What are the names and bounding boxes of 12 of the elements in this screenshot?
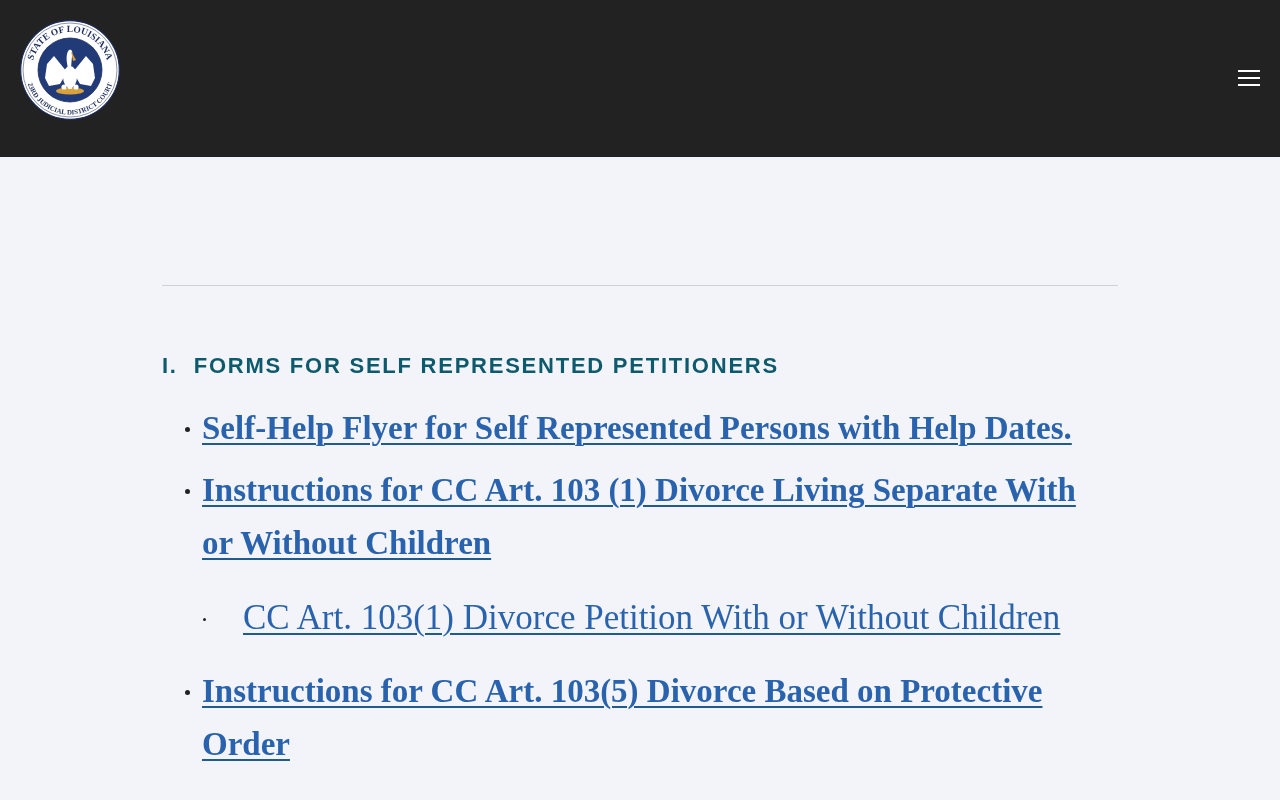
form-link[interactable]: Instructions for CC Art. 103(5) Divorce Based on Protective Order bbox=[202, 665, 1102, 771]
bullet-icon bbox=[185, 690, 190, 695]
menu-icon bbox=[1238, 70, 1260, 86]
section-number: I. bbox=[162, 352, 178, 380]
form-link[interactable]: Instructions for CC Art. 103 (1) Divorce Living Separate With or Without Children bbox=[202, 464, 1102, 570]
bullet-icon bbox=[185, 427, 190, 432]
section-heading: FORMS FOR SELF REPRESENTED PETITIONERS bbox=[193, 352, 779, 380]
bullet-icon bbox=[185, 489, 190, 494]
menu-button[interactable] bbox=[1238, 69, 1260, 87]
form-link[interactable]: CC Art. 103(1) Divorce Petition With or Without Children bbox=[243, 591, 1102, 644]
bullet-icon bbox=[203, 618, 206, 621]
form-link[interactable]: Self-Help Flyer for Self Represented Persons with Help Dates. bbox=[202, 402, 1102, 455]
